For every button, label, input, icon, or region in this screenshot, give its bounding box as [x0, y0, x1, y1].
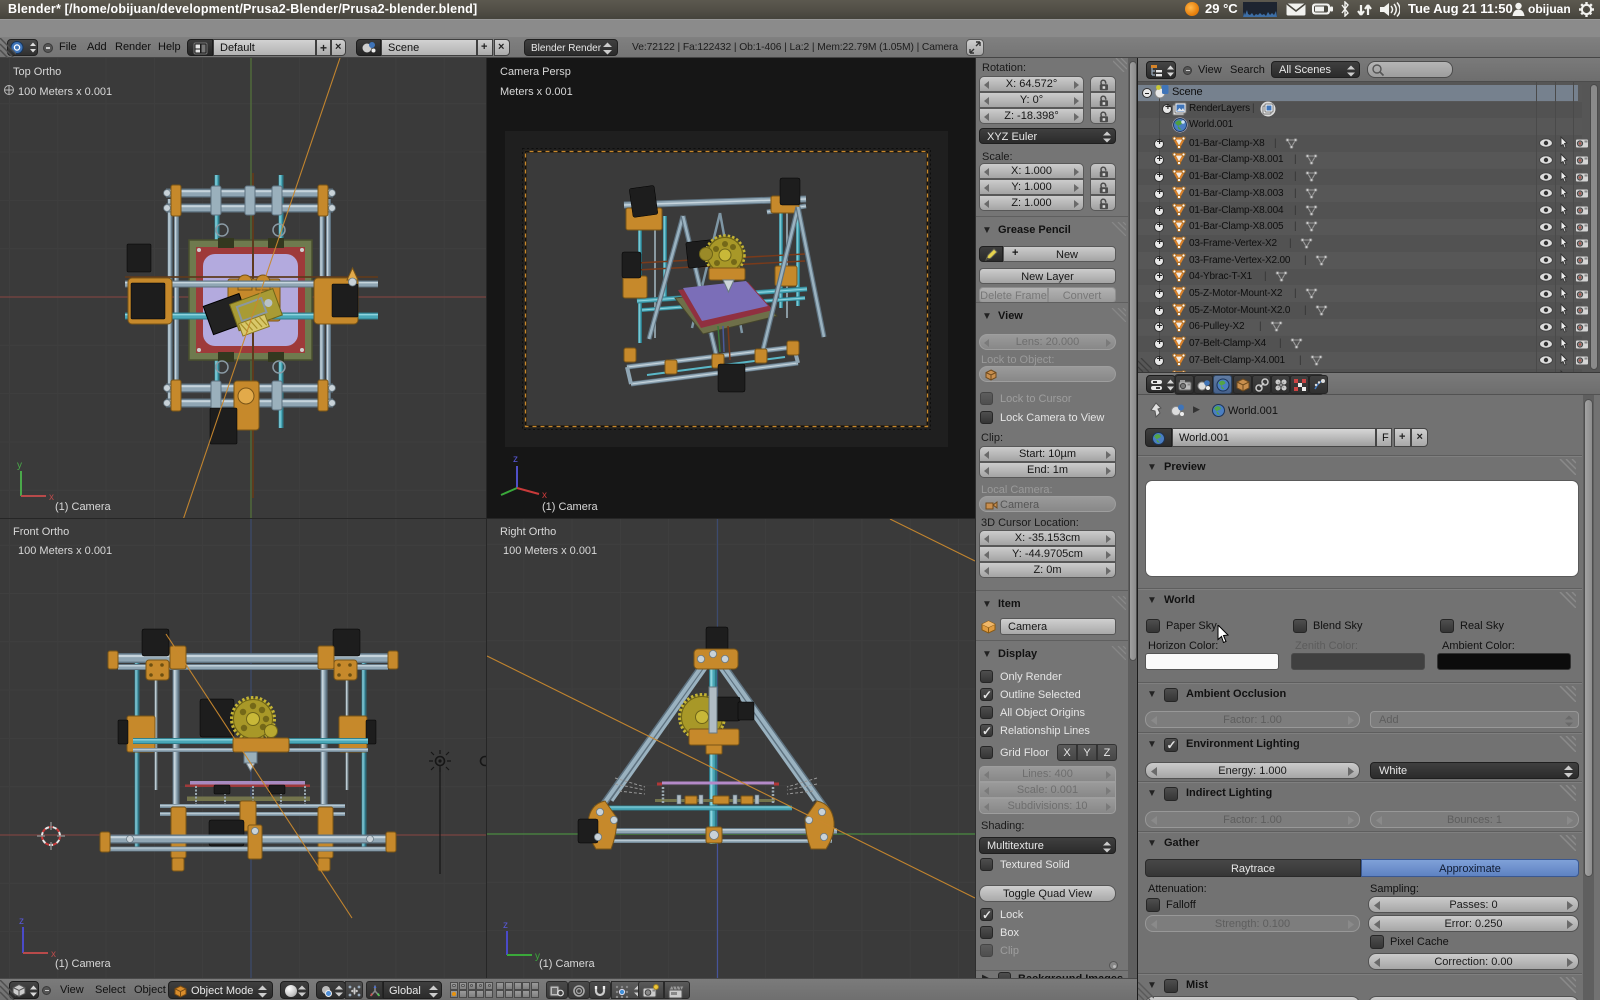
svg-text:100 Meters x 0.001: 100 Meters x 0.001 — [18, 86, 112, 98]
svg-text:(1) Camera: (1) Camera — [542, 501, 599, 513]
svg-text:x: x — [49, 492, 54, 503]
svg-text:(1) Camera: (1) Camera — [55, 958, 112, 970]
svg-text:(1) Camera: (1) Camera — [55, 501, 112, 513]
svg-text:Front Ortho: Front Ortho — [13, 526, 69, 538]
svg-text:z: z — [513, 454, 518, 465]
svg-text:Top Ortho: Top Ortho — [13, 66, 61, 78]
svg-text:Right Ortho: Right Ortho — [500, 526, 556, 538]
svg-text:100 Meters x 0.001: 100 Meters x 0.001 — [18, 545, 112, 557]
svg-text:y: y — [17, 460, 22, 471]
svg-text:z: z — [19, 916, 24, 927]
svg-text:x: x — [542, 490, 547, 501]
svg-text:Camera Persp: Camera Persp — [500, 66, 571, 78]
svg-text:(1) Camera: (1) Camera — [539, 958, 596, 970]
svg-text:z: z — [503, 920, 508, 931]
svg-text:Meters x 0.001: Meters x 0.001 — [500, 86, 573, 98]
svg-text:100 Meters x 0.001: 100 Meters x 0.001 — [503, 545, 597, 557]
